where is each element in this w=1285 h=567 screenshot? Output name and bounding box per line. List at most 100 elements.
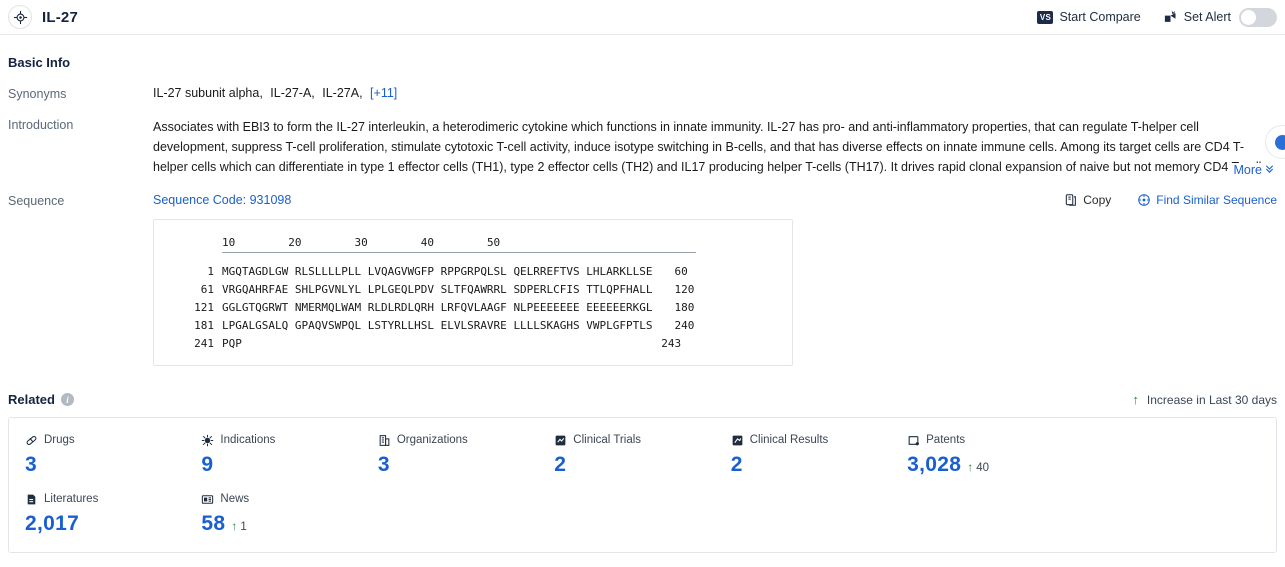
stat-label: Clinical Results xyxy=(749,434,829,446)
clinical-trial-icon xyxy=(554,434,567,447)
ruler-tick: 20 xyxy=(288,236,302,249)
stat-value[interactable]: 2,017 xyxy=(25,512,79,536)
stat-patents: Patents 3,028 ↑ 40 xyxy=(907,432,1083,477)
stat-header: Indications xyxy=(201,432,377,448)
set-alert-label: Set Alert xyxy=(1183,10,1231,24)
sequence-line: 61 VRGQAHRFAE SHLPGVNLYL LPLGEQLPDV SLTF… xyxy=(170,281,776,299)
stat-label: Clinical Trials xyxy=(573,434,642,446)
stat-label: Literatures xyxy=(44,493,99,505)
sequence-ruler: 10 20 30 40 50 xyxy=(170,234,776,253)
info-icon[interactable]: i xyxy=(60,393,74,406)
stat-value-row: 3 xyxy=(378,453,554,477)
news-icon xyxy=(201,493,214,506)
sequence-label: Sequence xyxy=(8,194,65,208)
increase-legend-label: Increase in Last 30 days xyxy=(1146,392,1277,407)
start-compare-button[interactable]: VS Start Compare xyxy=(1037,10,1141,24)
stat-value-row: 9 xyxy=(201,453,377,477)
stat-news: News 58 ↑ 1 xyxy=(201,491,377,536)
stat-label: Indications xyxy=(220,434,276,446)
sequence-box: 10 20 30 40 50 1 MGQTAGDLGW RLSLLLLPLL L… xyxy=(153,219,793,366)
ruler-tick: 10 xyxy=(222,236,236,249)
sequence-code-link[interactable]: Sequence Code: 931098 xyxy=(153,193,291,207)
stat-value[interactable]: 3,028 xyxy=(907,453,961,477)
stat-drugs: Drugs 3 xyxy=(25,432,201,477)
sequence-end-index: 180 xyxy=(674,301,695,314)
sequence-block: QELRREFTVS xyxy=(513,265,580,278)
stat-value-row: 3,028 ↑ 40 xyxy=(907,453,1083,477)
building-icon xyxy=(378,434,391,447)
stat-header: Patents xyxy=(907,432,1083,448)
sequence-block: LLLLSKAGHS xyxy=(513,319,580,332)
sequence-row: Sequence Sequence Code: 931098 Copy Find… xyxy=(8,193,1277,366)
set-alert-toggle[interactable] xyxy=(1239,7,1277,27)
chevron-double-down-icon xyxy=(1264,163,1275,177)
sequence-block: LSTYRLLHSL xyxy=(367,319,434,332)
target-icon xyxy=(1137,193,1151,207)
sequence-block: GGLGTQGRWT xyxy=(222,301,289,314)
stat-header: Literatures xyxy=(25,491,201,507)
synonyms-more-link[interactable]: [+11] xyxy=(370,86,397,100)
stat-clinical-trials: Clinical Trials 2 xyxy=(554,432,730,477)
sequence-start-index: 1 xyxy=(207,265,214,278)
literature-icon xyxy=(25,493,38,506)
sequence-block: SHLPGVNLYL xyxy=(294,283,362,296)
bell-alert-icon xyxy=(1163,10,1178,25)
sequence-start-index: 61 xyxy=(200,283,214,296)
sequence-header: Sequence Code: 931098 Copy Find Similar … xyxy=(153,193,1277,207)
related-header: Related i ↑ Increase in Last 30 days xyxy=(8,392,1277,407)
sequence-block: RLDLRDLQRH xyxy=(367,301,434,314)
more-label: More xyxy=(1233,163,1262,177)
sequence-block: LRFQVLAAGF xyxy=(440,301,507,314)
synonyms-value: IL-27 subunit alpha, IL-27-A, IL-27A, [+… xyxy=(153,86,1277,100)
clinical-result-icon xyxy=(731,434,744,447)
stat-delta-value: 40 xyxy=(976,462,989,474)
related-stats-card: Drugs 3 Indications 9 Organizations 3 Cl… xyxy=(8,417,1277,553)
synonyms-label: Synonyms xyxy=(8,87,67,101)
copy-icon xyxy=(1064,193,1078,207)
stat-value-row: 3 xyxy=(25,453,201,477)
sequence-block: SDPERLCFIS xyxy=(513,283,580,296)
stat-delta-value: 1 xyxy=(240,521,247,533)
basic-info-heading: Basic Info xyxy=(8,55,71,70)
sequence-residues: VRGQAHRFAE SHLPGVNLYL LPLGEQLPDV SLTFQAW… xyxy=(222,281,653,299)
sequence-end-index: 243 xyxy=(661,337,682,350)
stat-value-row: 2,017 xyxy=(25,512,201,536)
sequence-ruler-numbers: 10 20 30 40 50 xyxy=(170,234,776,252)
copy-label: Copy xyxy=(1083,193,1112,207)
copy-button[interactable]: Copy xyxy=(1064,193,1111,207)
stat-indications: Indications 9 xyxy=(201,432,377,477)
stat-header: Clinical Results xyxy=(731,432,907,448)
stat-value[interactable]: 3 xyxy=(25,453,37,477)
sequence-end-index: 240 xyxy=(674,319,695,332)
sequence-line: 121 GGLGTQGRWT NMERMQLWAM RLDLRDLQRH LRF… xyxy=(170,299,776,317)
introduction-more-button[interactable]: More xyxy=(1227,163,1275,177)
related-heading: Related xyxy=(8,392,55,407)
set-alert-button[interactable]: Set Alert xyxy=(1163,7,1277,27)
find-similar-sequence-button[interactable]: Find Similar Sequence xyxy=(1137,193,1277,207)
top-bar: IL-27 VS Start Compare Set Alert xyxy=(0,0,1285,35)
patent-icon xyxy=(907,434,920,447)
stat-value[interactable]: 58 xyxy=(201,512,225,536)
related-stats-grid: Drugs 3 Indications 9 Organizations 3 Cl… xyxy=(25,432,1260,536)
sequence-block: LHLARKLLSE xyxy=(586,265,653,278)
stat-value-row: 58 ↑ 1 xyxy=(201,512,377,536)
sequence-residues: MGQTAGDLGW RLSLLLLPLL LVQAGVWGFP RPPGRPQ… xyxy=(222,263,653,281)
sequence-block: MGQTAGDLGW xyxy=(222,265,289,278)
synonym-item: IL-27A, xyxy=(322,86,363,100)
sequence-block: NLPEEEEEEE xyxy=(513,301,580,314)
synonyms-row: Synonyms IL-27 subunit alpha, IL-27-A, I… xyxy=(8,86,1277,101)
sequence-block: LPLGEQLPDV xyxy=(367,283,434,296)
sequence-block: LVQAGVWGFP xyxy=(367,265,434,278)
stat-label: News xyxy=(220,493,250,505)
ruler-gutter xyxy=(170,234,214,252)
introduction-row: Introduction Associates with EBI3 to for… xyxy=(8,117,1285,177)
stat-header: Drugs xyxy=(25,432,201,448)
stat-value[interactable]: 3 xyxy=(378,453,390,477)
page-body: Basic Info Synonyms IL-27 subunit alpha,… xyxy=(0,55,1285,553)
introduction-value: Associates with EBI3 to form the IL-27 i… xyxy=(153,117,1285,177)
stat-value[interactable]: 2 xyxy=(731,453,743,477)
stat-value[interactable]: 9 xyxy=(201,453,213,477)
stat-value[interactable]: 2 xyxy=(554,453,566,477)
ruler-tick: 30 xyxy=(354,236,368,249)
stat-value-row: 2 xyxy=(731,453,907,477)
